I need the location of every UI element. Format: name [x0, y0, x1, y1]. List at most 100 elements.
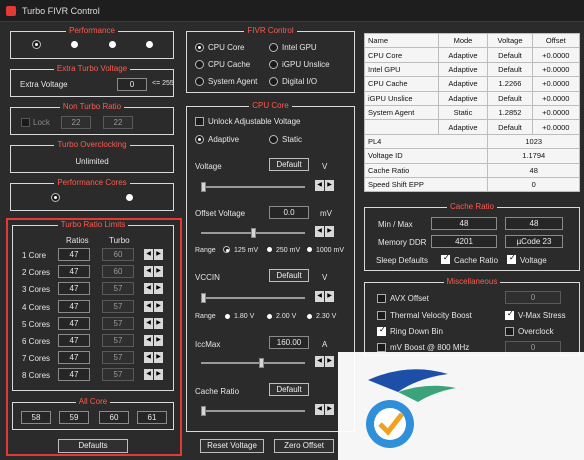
turbo-row-turbo-input[interactable]: 57	[102, 351, 134, 365]
turbo-row-spinner[interactable]: ◀ ▶	[144, 300, 164, 312]
cache-ratio-spinner[interactable]: ◀ ▶	[315, 404, 335, 415]
turbo-row-ratio-input[interactable]: 47	[58, 282, 90, 296]
vccin-spinner[interactable]: ◀ ▶	[315, 291, 335, 302]
turbo-row-increment[interactable]: ▶	[154, 266, 163, 278]
turbo-row-turbo-input[interactable]: 57	[102, 299, 134, 313]
fivr-radio-cpu-core[interactable]	[195, 43, 204, 52]
turbo-row-spinner[interactable]: ◀ ▶	[144, 266, 164, 278]
turbo-row-increment[interactable]: ▶	[154, 317, 163, 329]
iccmax-slider-thumb[interactable]	[259, 358, 264, 368]
turbo-row-increment[interactable]: ▶	[154, 369, 163, 381]
extra-voltage-input[interactable]: 0	[117, 78, 147, 91]
zero-offset-button[interactable]: Zero Offset	[274, 439, 334, 453]
vccin-slider-thumb[interactable]	[201, 293, 206, 303]
turbo-row-spinner[interactable]: ◀ ▶	[144, 317, 164, 329]
turbo-row-decrement[interactable]: ◀	[144, 249, 153, 260]
vccin-slider[interactable]	[201, 293, 305, 303]
avx-offset-input[interactable]: 0	[505, 291, 561, 304]
unlock-voltage-checkbox[interactable]	[195, 117, 204, 126]
turbo-row-turbo-input[interactable]: 57	[102, 368, 134, 382]
turbo-row-ratio-input[interactable]: 47	[58, 265, 90, 279]
iccmax-slider[interactable]	[201, 358, 305, 368]
offset-range-radio-1[interactable]	[223, 246, 230, 253]
turbo-row-decrement[interactable]: ◀	[144, 317, 153, 329]
vccin-increment[interactable]: ▶	[325, 291, 334, 302]
all-core-value-4[interactable]: 61	[137, 411, 167, 424]
turbo-row-spinner[interactable]: ◀ ▶	[144, 335, 164, 346]
turbo-row-decrement[interactable]: ◀	[144, 369, 153, 381]
fivr-radio-igpu-unslice[interactable]	[269, 60, 278, 69]
offset-voltage-input[interactable]: 0.0	[269, 206, 309, 219]
turbo-row-increment[interactable]: ▶	[154, 283, 163, 295]
iccmax-input[interactable]: 160.00	[269, 336, 309, 349]
turbo-row-increment[interactable]: ▶	[154, 249, 163, 260]
tvb-checkbox[interactable]	[377, 311, 386, 320]
turbo-row-ratio-input[interactable]: 47	[58, 316, 90, 330]
vccin-range-radio-2[interactable]	[267, 314, 272, 319]
cache-ratio-increment[interactable]: ▶	[325, 404, 334, 415]
voltage-increment[interactable]: ▶	[325, 180, 334, 191]
fivr-radio-digital-io[interactable]	[269, 77, 278, 86]
all-core-value-2[interactable]: 59	[59, 411, 89, 424]
turbo-row-spinner[interactable]: ◀ ▶	[144, 369, 164, 381]
turbo-row-decrement[interactable]: ◀	[144, 335, 153, 346]
turbo-row-ratio-input[interactable]: 47	[58, 299, 90, 313]
vccin-range-radio-1[interactable]	[225, 314, 230, 319]
turbo-row-ratio-input[interactable]: 47	[58, 334, 90, 347]
all-core-value-1[interactable]: 58	[21, 411, 51, 424]
vmax-stress-checkbox[interactable]	[505, 309, 514, 320]
cache-max-input[interactable]: 48	[505, 217, 563, 230]
performance-radio-3[interactable]	[109, 41, 116, 48]
sleep-voltage-checkbox[interactable]	[507, 253, 516, 264]
defaults-button[interactable]: Defaults	[58, 439, 128, 453]
cache-ratio-decrement[interactable]: ◀	[315, 404, 324, 415]
cache-ratio-value[interactable]: Default	[269, 383, 309, 396]
mv-boost-checkbox[interactable]	[377, 343, 386, 352]
turbo-row-increment[interactable]: ▶	[154, 352, 163, 364]
iccmax-spinner[interactable]: ◀ ▶	[315, 356, 335, 367]
avx-offset-checkbox[interactable]	[377, 294, 386, 303]
turbo-row-turbo-input[interactable]: 57	[102, 282, 134, 296]
offset-voltage-decrement[interactable]: ◀	[315, 226, 324, 237]
cache-min-input[interactable]: 48	[431, 217, 497, 230]
turbo-row-decrement[interactable]: ◀	[144, 283, 153, 295]
vccin-value[interactable]: Default	[269, 269, 309, 282]
voltage-value[interactable]: Default	[269, 158, 309, 171]
iccmax-decrement[interactable]: ◀	[315, 356, 324, 367]
ring-down-bin-checkbox[interactable]	[377, 325, 386, 336]
offset-voltage-slider-thumb[interactable]	[251, 228, 256, 238]
non-turbo-ratio-2[interactable]: 22	[103, 116, 133, 129]
overclock-checkbox[interactable]	[505, 327, 514, 336]
performance-cores-radio-2[interactable]	[126, 194, 133, 201]
vccin-decrement[interactable]: ◀	[315, 291, 324, 302]
voltage-slider-thumb[interactable]	[201, 182, 206, 192]
voltage-decrement[interactable]: ◀	[315, 180, 324, 191]
turbo-row-ratio-input[interactable]: 47	[58, 368, 90, 382]
mode-adaptive-radio[interactable]	[195, 135, 204, 144]
cache-ratio-slider[interactable]	[201, 406, 305, 416]
offset-range-radio-2[interactable]	[267, 247, 272, 252]
fivr-radio-system-agent[interactable]	[195, 77, 204, 86]
turbo-row-increment[interactable]: ▶	[154, 335, 163, 346]
turbo-row-ratio-input[interactable]: 47	[58, 351, 90, 365]
turbo-row-turbo-input[interactable]: 57	[102, 334, 134, 347]
all-core-value-3[interactable]: 60	[99, 411, 129, 424]
voltage-spinner[interactable]: ◀ ▶	[315, 180, 335, 191]
fivr-radio-intel-gpu[interactable]	[269, 43, 278, 52]
mode-static-radio[interactable]	[269, 135, 278, 144]
turbo-row-spinner[interactable]: ◀ ▶	[144, 283, 164, 295]
performance-radio-4[interactable]	[146, 41, 153, 48]
turbo-row-decrement[interactable]: ◀	[144, 300, 153, 312]
turbo-row-ratio-input[interactable]: 47	[58, 248, 90, 261]
turbo-row-turbo-input[interactable]: 60	[102, 248, 134, 261]
turbo-row-turbo-input[interactable]: 60	[102, 265, 134, 279]
turbo-row-decrement[interactable]: ◀	[144, 352, 153, 364]
reset-voltage-button[interactable]: Reset Voltage	[200, 439, 264, 453]
offset-voltage-increment[interactable]: ▶	[325, 226, 334, 237]
turbo-row-increment[interactable]: ▶	[154, 300, 163, 312]
performance-radio-1[interactable]	[32, 40, 41, 49]
performance-radio-2[interactable]	[71, 41, 78, 48]
non-turbo-ratio-1[interactable]: 22	[61, 116, 91, 129]
lock-checkbox[interactable]	[21, 118, 30, 127]
voltage-slider[interactable]	[201, 182, 305, 192]
